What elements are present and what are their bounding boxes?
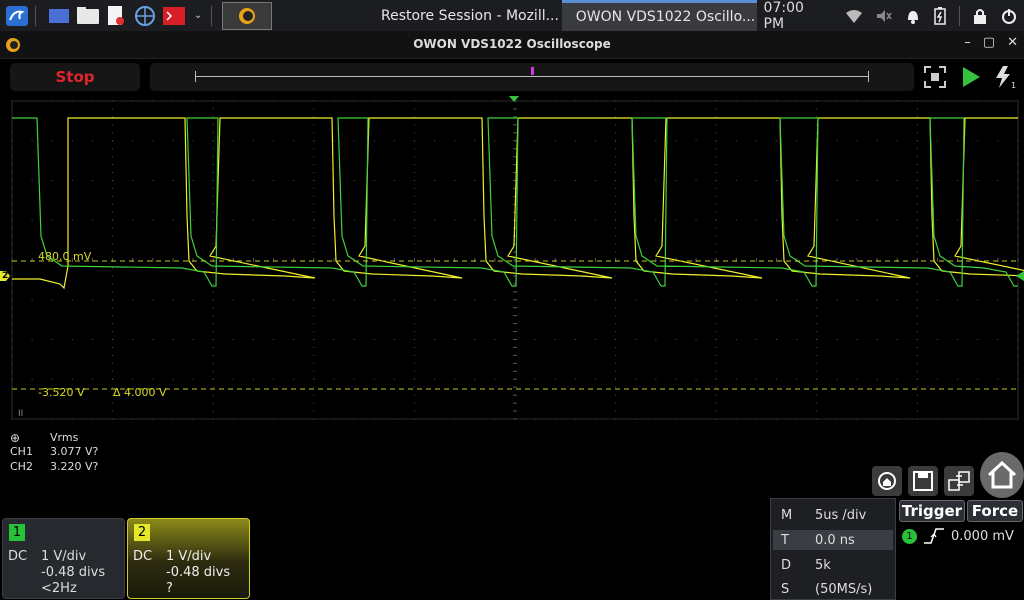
home-button[interactable]	[980, 452, 1024, 498]
timeline-right-cap	[868, 71, 869, 82]
single-trigger-icon[interactable]: 1	[992, 65, 1018, 89]
channel-1-coupling: DC	[8, 549, 28, 564]
timeline-line	[195, 76, 869, 77]
meas-value: 3.220 V?	[50, 460, 99, 473]
rising-edge-icon	[924, 528, 944, 544]
meas-channel: CH2	[10, 460, 33, 473]
battery-icon[interactable]	[934, 6, 946, 25]
waveform-display[interactable]: II 480.0 mV -3.520 V Δ 4.000 V 2	[0, 96, 1024, 424]
meas-row: CH2 3.220 V?	[10, 460, 98, 475]
browser-icon[interactable]	[133, 5, 157, 27]
meas-channel: CH1	[10, 445, 33, 458]
window-titlebar: OWON VDS1022 Oscilloscope – ▢ ✕	[0, 31, 1024, 59]
taskbar-separator	[34, 5, 36, 26]
window-title: OWON VDS1022 Oscilloscope	[413, 37, 611, 51]
timebase-row-d[interactable]: D 5k	[773, 555, 893, 575]
scope-toolbar: Stop 1	[0, 60, 1024, 96]
stop-button[interactable]: Stop	[10, 63, 140, 91]
channel-1-vdiv: 1 V/div	[41, 549, 87, 564]
trigger-source: 1	[902, 528, 917, 544]
channel-1-box[interactable]: 1 DC 1 V/div -0.48 divs <2Hz	[2, 518, 125, 599]
timebase-m-value: 5us /div	[815, 507, 867, 523]
task-owon-label: OWON VDS1022 Oscillo...	[575, 9, 756, 25]
terminal-icon[interactable]	[162, 5, 186, 27]
trigger-panel: Trigger Force 1 0.000 mV	[898, 498, 1024, 600]
text-editor-icon[interactable]	[105, 5, 129, 27]
timeline-position-marker[interactable]	[531, 67, 534, 75]
timeline-left-cap	[195, 71, 196, 82]
save-icon[interactable]	[908, 466, 938, 496]
channel-2-vdiv: 1 V/div	[166, 549, 212, 564]
power-icon[interactable]	[1001, 8, 1017, 24]
desktop-icon[interactable]	[47, 5, 71, 27]
timebase-s-value: (50MS/s)	[815, 581, 873, 597]
trigger-button[interactable]: Trigger	[899, 500, 965, 522]
timebase-d-key: D	[781, 557, 792, 573]
timebase-panel: M 5us /div T 0.0 ns D 5k S (50MS/s)	[770, 498, 896, 600]
system-tray: 07:00 PM	[757, 0, 1024, 32]
minimize-button[interactable]: –	[964, 35, 971, 50]
run-icon[interactable]	[958, 65, 984, 89]
timebase-d-value: 5k	[815, 557, 831, 573]
force-button[interactable]: Force	[967, 500, 1023, 522]
owon-icon	[238, 7, 255, 24]
timebase-row-s[interactable]: S (50MS/s)	[773, 579, 893, 599]
channel-2-frequency: ?	[166, 581, 173, 596]
timebase-row-t[interactable]: T 0.0 ns	[773, 530, 893, 550]
owon-launcher-button[interactable]	[221, 1, 272, 30]
ch2-marker-label: 2	[2, 271, 9, 281]
meas-row: CH1 3.077 V?	[10, 445, 98, 460]
home-icon	[987, 461, 1017, 489]
taskbar: ⌄ Restore Session - Mozill... OWON VDS10…	[0, 0, 1024, 32]
wifi-icon[interactable]	[846, 9, 863, 23]
reset-icon[interactable]	[872, 466, 902, 496]
fullscreen-icon[interactable]	[922, 65, 948, 89]
channel-1-offset: -0.48 divs	[41, 565, 106, 580]
kali-menu-icon[interactable]	[5, 5, 29, 27]
meas-header: Vrms	[50, 431, 79, 444]
channel-1-number: 1	[9, 524, 25, 541]
meas-value: 3.077 V?	[50, 445, 99, 458]
volume-icon[interactable]	[876, 9, 892, 23]
timebase-row-m[interactable]: M 5us /div	[773, 505, 893, 525]
channel-2-offset: -0.48 divs	[166, 565, 231, 580]
timebase-s-key: S	[781, 581, 790, 597]
task-firefox[interactable]: Restore Session - Mozill...	[367, 0, 562, 31]
timeline-bar[interactable]	[150, 63, 914, 91]
clock[interactable]: 07:00 PM	[764, 0, 828, 32]
trigger-info[interactable]: 1 0.000 mV	[902, 528, 1014, 544]
channel-2-number: 2	[134, 524, 150, 541]
taskbar-separator-2	[210, 5, 212, 26]
channel-2-box[interactable]: 2 DC 1 V/div -0.48 divs ?	[127, 518, 250, 599]
waveform-svg: II	[0, 96, 1024, 420]
close-button[interactable]: ✕	[1007, 35, 1018, 50]
measurements-panel: ⊕ Vrms CH1 3.077 V? CH2 3.220 V?	[10, 430, 98, 475]
lock-icon[interactable]	[973, 8, 987, 24]
channel-2-coupling: DC	[133, 549, 153, 564]
timebase-t-value: 0.0 ns	[815, 532, 855, 548]
tray-separator	[959, 5, 961, 26]
task-owon[interactable]: OWON VDS1022 Oscillo...	[561, 0, 757, 31]
timebase-m-key: M	[781, 507, 793, 523]
add-measurement-icon[interactable]: ⊕	[10, 431, 50, 445]
channel-1-frequency: <2Hz	[41, 581, 77, 596]
cursor-delta-label: Δ 4.000 V	[113, 386, 167, 399]
file-manager-icon[interactable]	[76, 5, 100, 27]
maximize-button[interactable]: ▢	[983, 35, 995, 50]
trigger-level: 0.000 mV	[951, 528, 1014, 544]
cursor-upper-label: 480.0 mV	[38, 250, 92, 263]
cursor-lower-label: -3.520 V	[38, 386, 85, 399]
task-firefox-label: Restore Session - Mozill...	[381, 7, 559, 24]
layout-icon[interactable]	[944, 466, 974, 496]
timebase-t-key: T	[781, 532, 789, 548]
stop-indicator: II	[18, 409, 23, 419]
svg-text:1: 1	[1011, 81, 1016, 89]
bell-icon[interactable]	[906, 8, 920, 24]
chevron-down-icon[interactable]: ⌄	[191, 5, 205, 27]
